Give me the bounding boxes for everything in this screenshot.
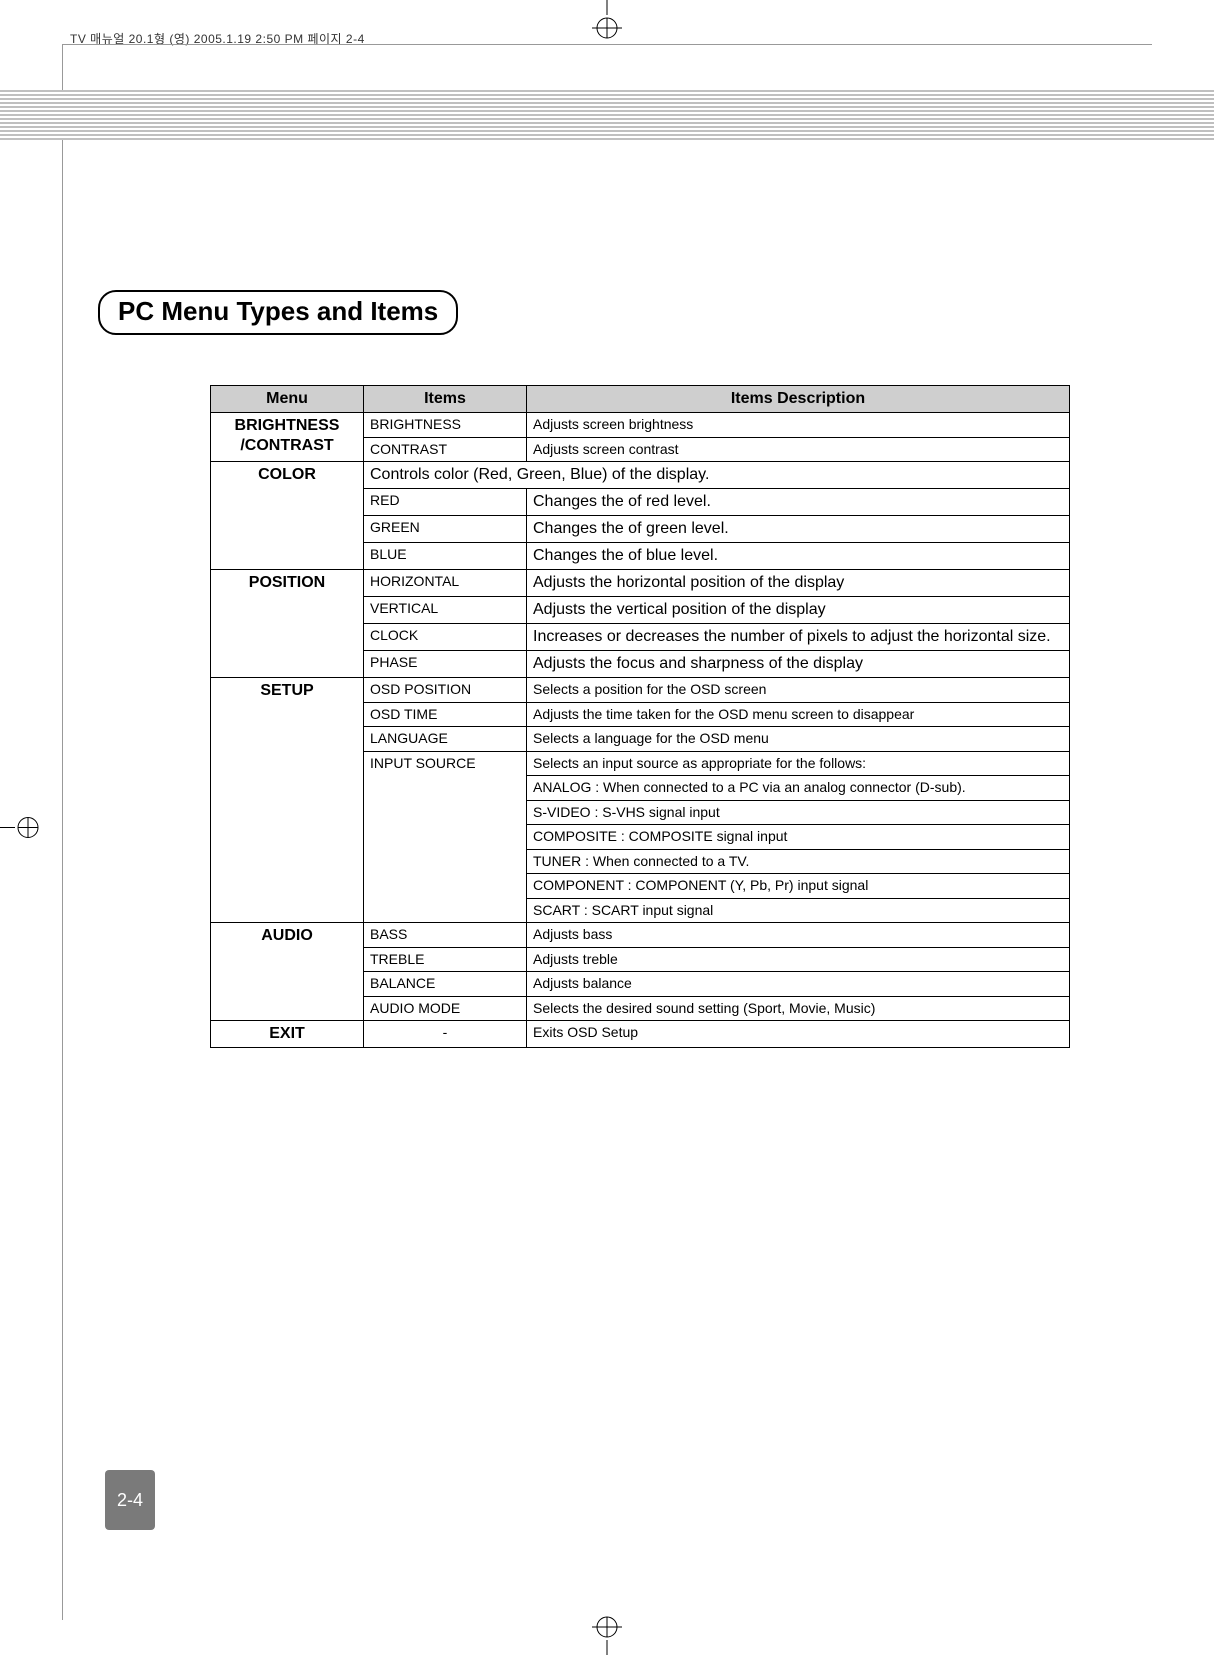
item-cell: OSD TIME <box>364 702 527 727</box>
desc-cell: COMPOSITE : COMPOSITE signal input <box>527 825 1070 850</box>
desc-cell: Exits OSD Setup <box>527 1021 1070 1048</box>
table-row: AUDIO BASS Adjusts bass <box>211 923 1070 948</box>
col-header-desc: Items Description <box>527 386 1070 413</box>
table-row: BRIGHTNESS /CONTRAST BRIGHTNESS Adjusts … <box>211 413 1070 438</box>
desc-cell: SCART : SCART input signal <box>527 898 1070 923</box>
table-row: SETUP OSD POSITION Selects a position fo… <box>211 678 1070 703</box>
desc-cell: Selects the desired sound setting (Sport… <box>527 996 1070 1021</box>
table-row: POSITION HORIZONTAL Adjusts the horizont… <box>211 570 1070 597</box>
desc-cell: Selects a language for the OSD menu <box>527 727 1070 752</box>
menu-cell-exit: EXIT <box>211 1021 364 1048</box>
page-rule-horizontal <box>62 44 1152 45</box>
item-cell: PHASE <box>364 651 527 678</box>
crop-mark-left-icon <box>0 808 40 853</box>
item-cell: OSD POSITION <box>364 678 527 703</box>
table-header-row: Menu Items Items Description <box>211 386 1070 413</box>
decorative-stripes <box>0 90 1214 140</box>
col-header-items: Items <box>364 386 527 413</box>
table-row: COLOR Controls color (Red, Green, Blue) … <box>211 462 1070 489</box>
item-cell: TREBLE <box>364 947 527 972</box>
page-number-badge: 2-4 <box>105 1470 155 1530</box>
document-page: TV 매뉴얼 20.1형 (영) 2005.1.19 2:50 PM 페이지 2… <box>0 0 1214 1660</box>
item-cell: GREEN <box>364 516 527 543</box>
desc-cell: Adjusts bass <box>527 923 1070 948</box>
desc-cell: Adjusts balance <box>527 972 1070 997</box>
item-cell: RED <box>364 489 527 516</box>
desc-cell: COMPONENT : COMPONENT (Y, Pb, Pr) input … <box>527 874 1070 899</box>
menu-cell-brightness-contrast: BRIGHTNESS /CONTRAST <box>211 413 364 462</box>
desc-cell: Adjusts treble <box>527 947 1070 972</box>
item-cell: AUDIO MODE <box>364 996 527 1021</box>
item-cell: CLOCK <box>364 624 527 651</box>
desc-cell: Adjusts the time taken for the OSD menu … <box>527 702 1070 727</box>
desc-cell: Increases or decreases the number of pix… <box>527 624 1070 651</box>
desc-cell: Changes the of green level. <box>527 516 1070 543</box>
crop-mark-top-icon <box>587 0 627 45</box>
item-cell: LANGUAGE <box>364 727 527 752</box>
desc-cell: Adjusts the horizontal position of the d… <box>527 570 1070 597</box>
menu-cell-audio: AUDIO <box>211 923 364 1021</box>
desc-cell: Selects an input source as appropriate f… <box>527 751 1070 776</box>
desc-cell: ANALOG : When connected to a PC via an a… <box>527 776 1070 801</box>
desc-cell: Changes the of red level. <box>527 489 1070 516</box>
item-cell: BASS <box>364 923 527 948</box>
desc-cell: TUNER : When connected to a TV. <box>527 849 1070 874</box>
desc-cell: Selects a position for the OSD screen <box>527 678 1070 703</box>
desc-cell: Adjusts screen brightness <box>527 413 1070 438</box>
item-cell-input-source: INPUT SOURCE <box>364 751 527 923</box>
menu-cell-position: POSITION <box>211 570 364 678</box>
item-cell: BALANCE <box>364 972 527 997</box>
menu-cell-color: COLOR <box>211 462 364 570</box>
desc-cell: Adjusts the focus and sharpness of the d… <box>527 651 1070 678</box>
page-rule-vertical <box>62 44 63 1620</box>
crop-mark-bottom-icon <box>587 1615 627 1660</box>
desc-cell: Changes the of blue level. <box>527 543 1070 570</box>
col-header-menu: Menu <box>211 386 364 413</box>
item-cell: CONTRAST <box>364 437 527 462</box>
section-heading: PC Menu Types and Items <box>98 290 458 335</box>
item-cell: HORIZONTAL <box>364 570 527 597</box>
desc-cell: Adjusts the vertical position of the dis… <box>527 597 1070 624</box>
desc-cell: Controls color (Red, Green, Blue) of the… <box>364 462 1070 489</box>
menu-cell-setup: SETUP <box>211 678 364 923</box>
desc-cell: Adjusts screen contrast <box>527 437 1070 462</box>
item-cell: BRIGHTNESS <box>364 413 527 438</box>
menu-table: Menu Items Items Description BRIGHTNESS … <box>210 385 1070 1048</box>
item-cell: - <box>364 1021 527 1048</box>
item-cell: BLUE <box>364 543 527 570</box>
desc-cell: S-VIDEO : S-VHS signal input <box>527 800 1070 825</box>
table-row: EXIT - Exits OSD Setup <box>211 1021 1070 1048</box>
item-cell: VERTICAL <box>364 597 527 624</box>
